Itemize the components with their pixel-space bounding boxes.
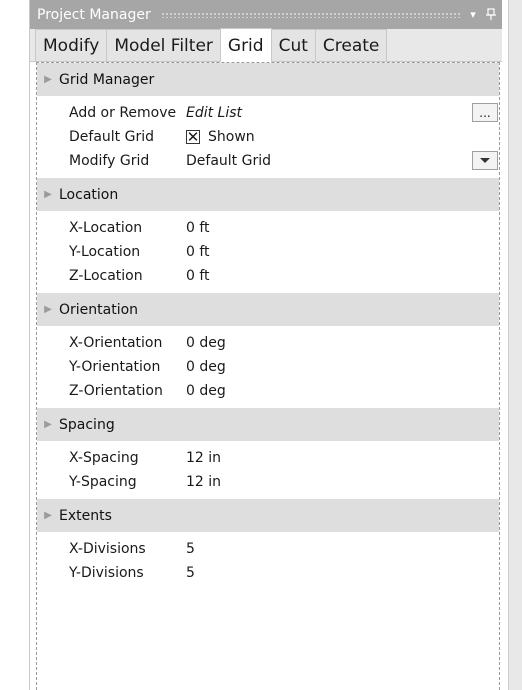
expand-arrow-icon[interactable]: ▶: [37, 189, 59, 200]
property-name: Default Grid: [69, 129, 154, 145]
property-name: Add or Remove: [69, 105, 177, 121]
property-name: X-Spacing: [69, 450, 139, 466]
panel-title: Project Manager: [37, 6, 151, 23]
property-value[interactable]: 0 deg: [186, 331, 499, 355]
property-name: Y-Spacing: [69, 474, 137, 490]
edit-list-text: Edit List: [186, 105, 243, 121]
property-name: X-Location: [69, 220, 143, 236]
property-value[interactable]: 0 ft: [186, 240, 499, 264]
shown-checkbox[interactable]: ✕: [186, 129, 200, 144]
titlebar-grip[interactable]: [160, 11, 460, 18]
property-name: Y-Location: [69, 244, 141, 260]
property-row-z-location[interactable]: Z-Location 0 ft: [37, 264, 499, 288]
property-row-x-orientation[interactable]: X-Orientation 0 deg: [37, 331, 499, 355]
category-label: Orientation: [59, 301, 139, 318]
category-spacing[interactable]: ▶ Spacing: [37, 408, 499, 441]
shown-label: Shown: [208, 129, 255, 145]
category-label: Extents: [59, 507, 112, 524]
property-value[interactable]: 12 in: [186, 446, 499, 470]
expand-arrow-icon[interactable]: ▶: [37, 74, 59, 85]
ellipsis-button[interactable]: ...: [472, 103, 498, 122]
tab-grid[interactable]: Grid: [219, 28, 272, 62]
property-value[interactable]: ✕ Shown: [186, 125, 499, 149]
adjacent-pane-edge: [508, 0, 522, 690]
expand-arrow-icon[interactable]: ▶: [37, 419, 59, 430]
project-manager-panel: Project Manager ▾ Modify Model Filter Gr…: [29, 0, 502, 690]
property-value[interactable]: 0 ft: [186, 216, 499, 240]
category-orientation[interactable]: ▶ Orientation: [37, 293, 499, 326]
property-value[interactable]: 5: [186, 537, 499, 561]
property-value[interactable]: 12 in: [186, 470, 499, 494]
property-name: Z-Orientation: [69, 383, 163, 399]
property-value[interactable]: 5: [186, 561, 499, 585]
expand-arrow-icon[interactable]: ▶: [37, 510, 59, 521]
property-name: Z-Location: [69, 268, 143, 284]
category-label: Spacing: [59, 416, 115, 433]
property-value[interactable]: 0 ft: [186, 264, 499, 288]
property-row-z-orientation[interactable]: Z-Orientation 0 deg: [37, 379, 499, 403]
dropdown-button[interactable]: [472, 151, 498, 170]
property-value[interactable]: Edit List ...: [186, 101, 499, 125]
panel-titlebar[interactable]: Project Manager ▾: [30, 0, 502, 29]
tab-cut[interactable]: Cut: [270, 29, 316, 61]
property-row-add-or-remove[interactable]: Add or Remove Edit List ...: [37, 101, 499, 125]
category-extents[interactable]: ▶ Extents: [37, 499, 499, 532]
property-name: Y-Divisions: [69, 565, 144, 581]
tab-create[interactable]: Create: [314, 29, 388, 61]
tab-model-filter[interactable]: Model Filter: [106, 29, 221, 61]
tab-strip: Modify Model Filter Grid Cut Create: [30, 28, 502, 62]
property-value[interactable]: 0 deg: [186, 379, 499, 403]
property-row-default-grid[interactable]: Default Grid ✕ Shown: [37, 125, 499, 149]
property-row-y-divisions[interactable]: Y-Divisions 5: [37, 561, 499, 585]
category-label: Grid Manager: [59, 71, 155, 88]
property-row-y-spacing[interactable]: Y-Spacing 12 in: [37, 470, 499, 494]
property-grid: ▶ Grid Manager Add or Remove Edit List .…: [36, 62, 500, 690]
property-row-y-orientation[interactable]: Y-Orientation 0 deg: [37, 355, 499, 379]
expand-arrow-icon[interactable]: ▶: [37, 304, 59, 315]
property-row-x-location[interactable]: X-Location 0 ft: [37, 216, 499, 240]
chevron-down-icon: [480, 158, 490, 163]
category-label: Location: [59, 186, 119, 203]
property-name: Y-Orientation: [69, 359, 161, 375]
modify-grid-select[interactable]: Default Grid: [186, 149, 499, 173]
category-location[interactable]: ▶ Location: [37, 178, 499, 211]
chevron-down-icon[interactable]: ▾: [466, 6, 480, 24]
pin-icon[interactable]: [484, 6, 498, 24]
category-grid-manager[interactable]: ▶ Grid Manager: [37, 63, 499, 96]
selected-value: Default Grid: [186, 153, 271, 169]
property-name: X-Orientation: [69, 335, 163, 351]
property-name: X-Divisions: [69, 541, 146, 557]
property-row-x-divisions[interactable]: X-Divisions 5: [37, 537, 499, 561]
property-row-x-spacing[interactable]: X-Spacing 12 in: [37, 446, 499, 470]
property-row-y-location[interactable]: Y-Location 0 ft: [37, 240, 499, 264]
property-row-modify-grid[interactable]: Modify Grid Default Grid: [37, 149, 499, 173]
property-name: Modify Grid: [69, 153, 150, 169]
property-value[interactable]: 0 deg: [186, 355, 499, 379]
tab-modify[interactable]: Modify: [35, 29, 108, 61]
